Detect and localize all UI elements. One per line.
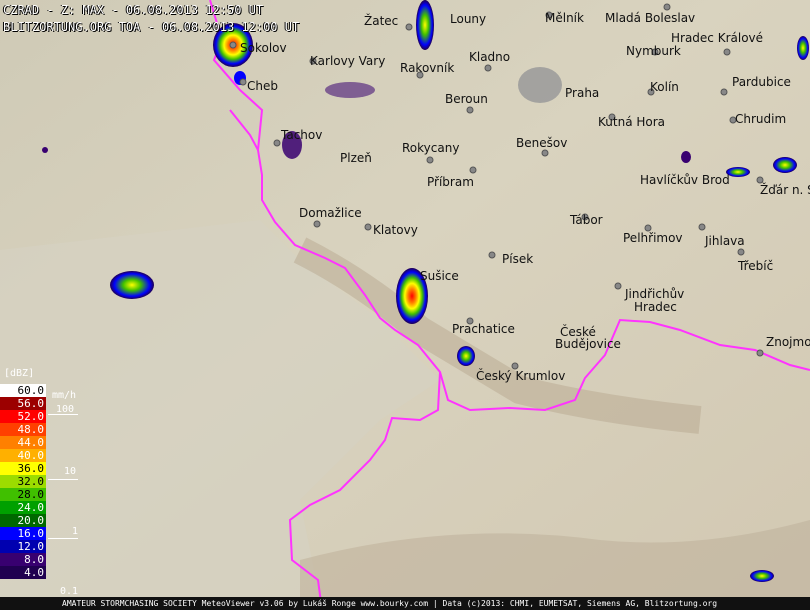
city-dot (426, 156, 434, 164)
rate-label: 0.1 (60, 586, 79, 597)
legend-step: 16.0 (0, 527, 46, 540)
city-label: Mladá Boleslav (605, 11, 695, 25)
city-label: Hradec Králové (671, 31, 763, 45)
echo-scatter-1 (325, 82, 375, 98)
city-label: Pelhřimov (623, 231, 683, 245)
city-label: Pardubice (732, 75, 791, 89)
storm-cell-bavaria (110, 271, 154, 299)
city-dot (663, 3, 671, 11)
legend-step: 20.0 (0, 514, 46, 527)
city-dot (469, 166, 477, 174)
city-label: Mělník (545, 11, 584, 25)
city-label: Beroun (445, 92, 488, 106)
city-label: Tábor (569, 213, 603, 227)
credits-footer: AMATEUR STORMCHASING SOCIETY MeteoViewer… (0, 597, 810, 610)
legend-step: 60.0 (0, 384, 46, 397)
legend-step: 40.0 (0, 449, 46, 462)
city-label: Klatovy (373, 223, 418, 237)
echo-east-edge (797, 36, 809, 60)
rate-label: 10 (64, 466, 77, 477)
city-dot (723, 48, 731, 56)
city-dot (273, 139, 281, 147)
city-label: Benešov (516, 136, 567, 150)
legend-step: 52.0 (0, 410, 46, 423)
city-label: Třebíč (737, 259, 773, 273)
legend-step: 8.0 (0, 553, 46, 566)
legend-step: 56.0 (0, 397, 46, 410)
city-label: Tachov (280, 128, 322, 142)
lightning-data-title: BLITZORTUNG.ORG TOA - 06.08.2013 12:00 U… (3, 20, 300, 34)
city-dot (484, 64, 492, 72)
city-label: Havlíčkův Brod (640, 173, 730, 187)
city-dot (541, 149, 549, 157)
city-label: Český Krumlov (476, 368, 565, 383)
legend-step: 36.0 (0, 462, 46, 475)
radar-product-title: CZRAD - Z: MAX - 06.08.2013 12:50 UT (3, 3, 264, 17)
echo-zdar (773, 157, 797, 173)
credits-text: AMATEUR STORMCHASING SOCIETY MeteoViewer… (62, 599, 718, 608)
echo-scatter-2 (681, 151, 691, 163)
legend-step: 32.0 (0, 475, 46, 488)
rate-tick (48, 538, 78, 539)
city-label: Budějovice (555, 337, 621, 351)
rate-label: 1 (72, 526, 79, 537)
echo-scatter-3 (42, 147, 48, 153)
city-label: Jihlava (704, 234, 745, 248)
city-label: Rokycany (402, 141, 459, 155)
city-dot (614, 282, 622, 290)
city-label: Hradec (634, 300, 677, 314)
city-dot (737, 248, 745, 256)
rate-label: 100 (56, 404, 75, 415)
legend-step: 24.0 (0, 501, 46, 514)
city-label: Kladno (469, 50, 510, 64)
city-label: Nymburk (626, 44, 681, 58)
legend-step: 48.0 (0, 423, 46, 436)
city-label: Cheb (247, 79, 278, 93)
city-dot (698, 223, 706, 231)
city-dot (364, 223, 372, 231)
echo-austria (750, 570, 774, 582)
city-dot (756, 349, 764, 357)
city-label: Prachatice (452, 322, 515, 336)
city-label: Žatec (364, 13, 398, 28)
city-dot (313, 220, 321, 228)
rate-tick (48, 479, 78, 480)
city-dot (229, 41, 237, 49)
legend-unit-rate: mm/h (52, 390, 77, 401)
legend-unit-dbz: [dBZ] (4, 368, 35, 379)
city-label: Rakovník (400, 61, 454, 75)
legend-step: 44.0 (0, 436, 46, 449)
city-label: Žďár n. S (760, 182, 810, 197)
legend-step: 12.0 (0, 540, 46, 553)
city-label: Louny (450, 12, 486, 26)
city-label: Písek (502, 252, 533, 266)
city-label: Sokolov (240, 41, 287, 55)
echo-praha (518, 67, 562, 103)
legend-step: 4.0 (0, 566, 46, 579)
city-label: Příbram (427, 175, 474, 189)
storm-cell-zatec (416, 0, 434, 50)
city-label: Domažlice (299, 206, 362, 220)
city-label: Jindřichův (624, 287, 684, 301)
city-label: Karlovy Vary (310, 54, 385, 68)
storm-cell-krumlov (457, 346, 475, 366)
city-label: Plzeň (340, 151, 372, 165)
city-dot (405, 23, 413, 31)
city-dot (720, 88, 728, 96)
city-label: Sušice (420, 269, 459, 283)
city-label: Praha (565, 86, 599, 100)
city-label: Znojmo (766, 335, 810, 349)
city-label: Chrudim (735, 112, 786, 126)
city-label: Kutná Hora (598, 115, 665, 129)
radar-map: Žatec Louny Mělník Mladá Boleslav Sokolo… (0, 0, 810, 610)
city-dot (239, 78, 247, 86)
city-dot (488, 251, 496, 259)
city-label: Kolín (650, 80, 679, 94)
legend-step: 28.0 (0, 488, 46, 501)
city-dot (466, 106, 474, 114)
